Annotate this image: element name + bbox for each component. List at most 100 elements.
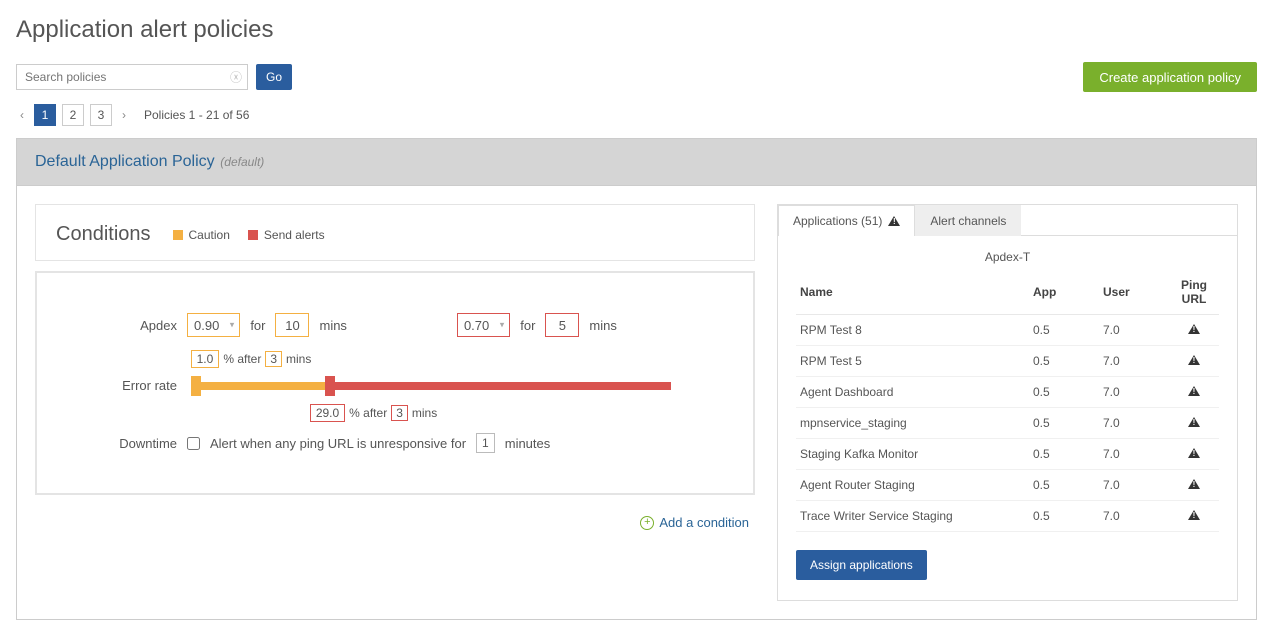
col-app: App — [1029, 272, 1099, 315]
policy-default-tag: (default) — [220, 155, 264, 169]
cell-user: 7.0 — [1099, 439, 1169, 470]
apdex-t-title: Apdex-T — [796, 250, 1219, 264]
pager-status: Policies 1 - 21 of 56 — [144, 108, 249, 122]
error-rate-alert-mins-input[interactable]: 3 — [391, 405, 408, 421]
warning-icon — [888, 216, 900, 226]
search-policies-input-wrap: ⓧ — [16, 64, 248, 90]
cell-user: 7.0 — [1099, 501, 1169, 532]
warning-icon — [1188, 355, 1200, 365]
assign-applications-button[interactable]: Assign applications — [796, 550, 927, 580]
chevron-down-icon: ▾ — [500, 320, 505, 331]
error-rate-caution-after-label: % after — [223, 352, 261, 366]
cell-app: 0.5 — [1029, 315, 1099, 346]
cell-ping — [1169, 439, 1219, 470]
error-rate-alert-value[interactable]: 29.0 — [310, 404, 345, 422]
pager-page-1[interactable]: 1 — [34, 104, 56, 126]
apdex-caution-for-label: for — [250, 318, 265, 333]
apdex-alert-select[interactable]: 0.70▾ — [457, 313, 510, 337]
error-rate-caution-mins-input[interactable]: 3 — [265, 351, 282, 367]
table-row: Agent Dashboard0.57.0 — [796, 377, 1219, 408]
pagination: ‹ 1 2 3 › Policies 1 - 21 of 56 — [16, 104, 1257, 126]
error-rate-label: Error rate — [117, 378, 177, 393]
warning-icon — [1188, 479, 1200, 489]
table-row: Staging Kafka Monitor0.57.0 — [796, 439, 1219, 470]
applications-table: Name App User Ping URL RPM Test 80.57.0R… — [796, 272, 1219, 532]
warning-icon — [1188, 324, 1200, 334]
cell-app: 0.5 — [1029, 439, 1099, 470]
cell-app: 0.5 — [1029, 501, 1099, 532]
cell-ping — [1169, 315, 1219, 346]
error-rate-caution-mins-label: mins — [286, 352, 311, 366]
pager-prev-icon[interactable]: ‹ — [16, 108, 28, 122]
error-rate-row: Error rate 1.0 % after 3 mins — [117, 377, 693, 393]
downtime-text-before: Alert when any ping URL is unresponsive … — [210, 436, 466, 451]
warning-icon — [1188, 417, 1200, 427]
col-name: Name — [796, 272, 1029, 315]
clear-search-icon[interactable]: ⓧ — [230, 69, 242, 86]
error-rate-caution-handle[interactable] — [191, 376, 201, 396]
error-rate-caution-value[interactable]: 1.0 — [191, 350, 220, 368]
plus-circle-icon: + — [640, 516, 654, 530]
apdex-alert-for-label: for — [520, 318, 535, 333]
chevron-down-icon: ▾ — [230, 320, 235, 331]
cell-name: RPM Test 8 — [796, 315, 1029, 346]
col-user: User — [1099, 272, 1169, 315]
downtime-minutes-input[interactable]: 1 — [476, 433, 495, 453]
cell-app: 0.5 — [1029, 346, 1099, 377]
warning-icon — [1188, 386, 1200, 396]
downtime-row: Downtime Alert when any ping URL is unre… — [117, 433, 693, 453]
table-row: RPM Test 80.57.0 — [796, 315, 1219, 346]
error-rate-slider[interactable]: 1.0 % after 3 mins — [191, 382, 671, 390]
tab-applications[interactable]: Applications (51) — [778, 205, 915, 236]
cell-ping — [1169, 470, 1219, 501]
cell-user: 7.0 — [1099, 346, 1169, 377]
cell-ping — [1169, 346, 1219, 377]
col-ping: Ping URL — [1169, 272, 1219, 315]
add-condition-link[interactable]: + Add a condition — [640, 515, 749, 530]
alert-swatch-icon — [248, 230, 258, 240]
pager-page-2[interactable]: 2 — [62, 104, 84, 126]
cell-ping — [1169, 377, 1219, 408]
cell-name: Agent Router Staging — [796, 470, 1029, 501]
apdex-alert-mins-input[interactable]: 5 — [545, 313, 579, 337]
cell-name: Trace Writer Service Staging — [796, 501, 1029, 532]
cell-app: 0.5 — [1029, 377, 1099, 408]
policy-card: Default Application Policy (default) Con… — [16, 138, 1257, 620]
tab-alert-channels[interactable]: Alert channels — [915, 205, 1021, 236]
apdex-caution-select[interactable]: 0.90▾ — [187, 313, 240, 337]
error-rate-alert-mins-label: mins — [412, 406, 437, 420]
pager-page-3[interactable]: 3 — [90, 104, 112, 126]
applications-panel: Applications (51) Alert channels Apdex-T… — [777, 204, 1238, 601]
page-title: Application alert policies — [16, 16, 1257, 44]
apdex-mins-label-1: mins — [319, 318, 346, 333]
apdex-mins-label-2: mins — [589, 318, 616, 333]
cell-app: 0.5 — [1029, 408, 1099, 439]
warning-icon — [1188, 448, 1200, 458]
table-row: Agent Router Staging0.57.0 — [796, 470, 1219, 501]
go-button[interactable]: Go — [256, 64, 292, 90]
table-row: Trace Writer Service Staging0.57.0 — [796, 501, 1219, 532]
cell-user: 7.0 — [1099, 470, 1169, 501]
table-row: RPM Test 50.57.0 — [796, 346, 1219, 377]
cell-ping — [1169, 501, 1219, 532]
downtime-text-after: minutes — [505, 436, 551, 451]
warning-icon — [1188, 510, 1200, 520]
cell-name: RPM Test 5 — [796, 346, 1029, 377]
legend-alert: Send alerts — [248, 228, 325, 242]
cell-user: 7.0 — [1099, 408, 1169, 439]
apdex-row: Apdex 0.90▾ for 10 mins 0.70▾ for 5 mins — [117, 313, 693, 337]
cell-user: 7.0 — [1099, 377, 1169, 408]
table-row: mpnservice_staging0.57.0 — [796, 408, 1219, 439]
downtime-checkbox[interactable] — [187, 437, 200, 450]
search-policies-input[interactable] — [16, 64, 248, 90]
downtime-label: Downtime — [117, 436, 177, 451]
cell-user: 7.0 — [1099, 315, 1169, 346]
apdex-caution-mins-input[interactable]: 10 — [275, 313, 309, 337]
create-policy-button[interactable]: Create application policy — [1083, 62, 1257, 92]
cell-name: Staging Kafka Monitor — [796, 439, 1029, 470]
policy-name[interactable]: Default Application Policy — [35, 153, 215, 170]
cell-app: 0.5 — [1029, 470, 1099, 501]
apdex-label: Apdex — [117, 318, 177, 333]
conditions-heading: Conditions — [56, 223, 151, 246]
pager-next-icon[interactable]: › — [118, 108, 130, 122]
